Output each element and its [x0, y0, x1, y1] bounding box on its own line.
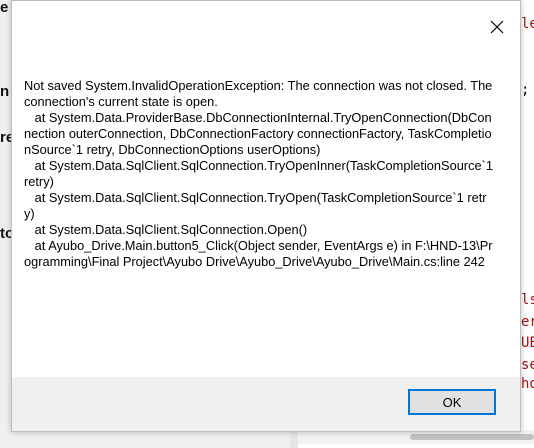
- close-button[interactable]: [480, 10, 514, 44]
- code-fragment: se: [521, 357, 534, 373]
- background-text-fragment: e: [0, 0, 9, 16]
- code-fragment: ls: [521, 292, 534, 308]
- error-message-dialog: Not saved System.InvalidOperationExcepti…: [11, 0, 521, 432]
- code-fragment: UE: [521, 335, 534, 351]
- error-message-text: Not saved System.InvalidOperationExcepti…: [24, 78, 493, 269]
- code-fragment: ho: [521, 376, 534, 392]
- code-fragment: ;: [521, 82, 530, 98]
- code-fragment: er: [521, 314, 534, 330]
- code-fragment: le: [521, 16, 534, 32]
- horizontal-scrollbar-thumb[interactable]: [410, 434, 534, 440]
- background-text-fragment: n: [0, 83, 10, 100]
- ok-button[interactable]: OK: [408, 389, 496, 415]
- close-icon: [490, 20, 504, 34]
- dialog-button-bar: OK: [12, 377, 520, 431]
